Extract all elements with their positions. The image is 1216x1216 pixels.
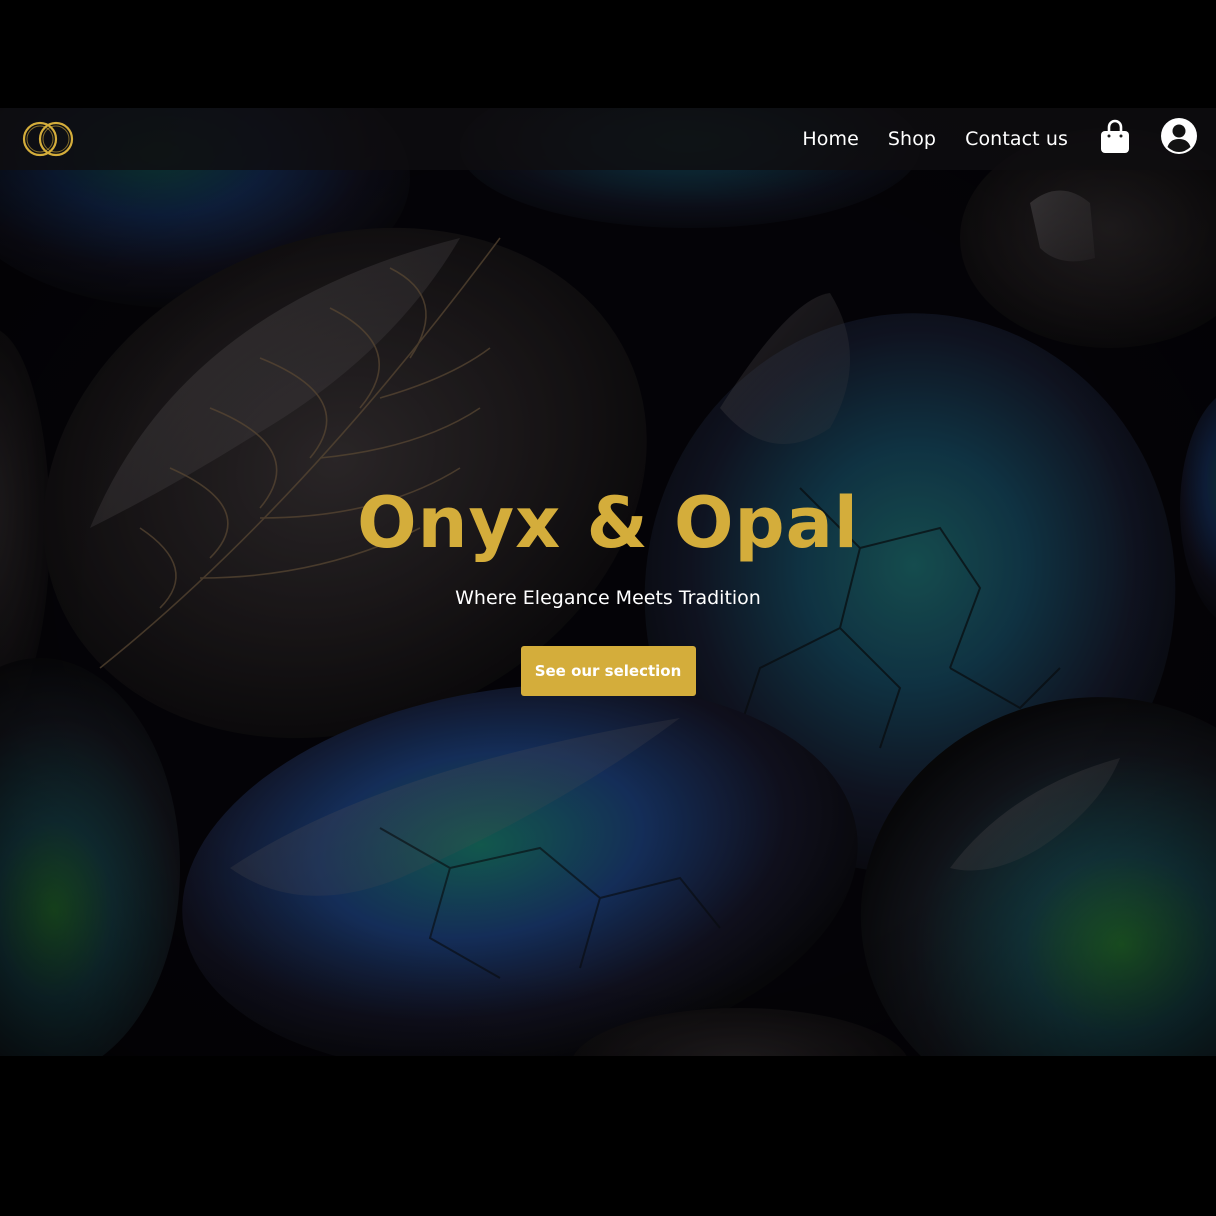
shopping-bag-icon[interactable]: [1098, 119, 1132, 155]
user-circle-icon[interactable]: [1160, 117, 1198, 155]
nav-right-group: Home Shop Contact us: [802, 118, 1198, 155]
nav-links: Home Shop Contact us: [802, 128, 1068, 150]
nav-link-home[interactable]: Home: [802, 128, 859, 150]
see-selection-button[interactable]: See our selection: [520, 646, 696, 696]
hero-content: Onyx & Opal Where Elegance Meets Traditi…: [0, 478, 1216, 696]
nav-link-contact-us[interactable]: Contact us: [965, 128, 1068, 150]
hero-subtitle: Where Elegance Meets Tradition: [455, 587, 761, 609]
top-navbar: Home Shop Contact us: [0, 108, 1216, 170]
page-viewport: Home Shop Contact us Onyx & Opal Where E…: [0, 0, 1216, 1216]
hero-section: Home Shop Contact us Onyx & Opal Where E…: [0, 108, 1216, 1056]
hero-title: Onyx & Opal: [357, 482, 859, 564]
nav-link-shop[interactable]: Shop: [888, 128, 936, 150]
interlocking-rings-icon[interactable]: [20, 117, 78, 161]
